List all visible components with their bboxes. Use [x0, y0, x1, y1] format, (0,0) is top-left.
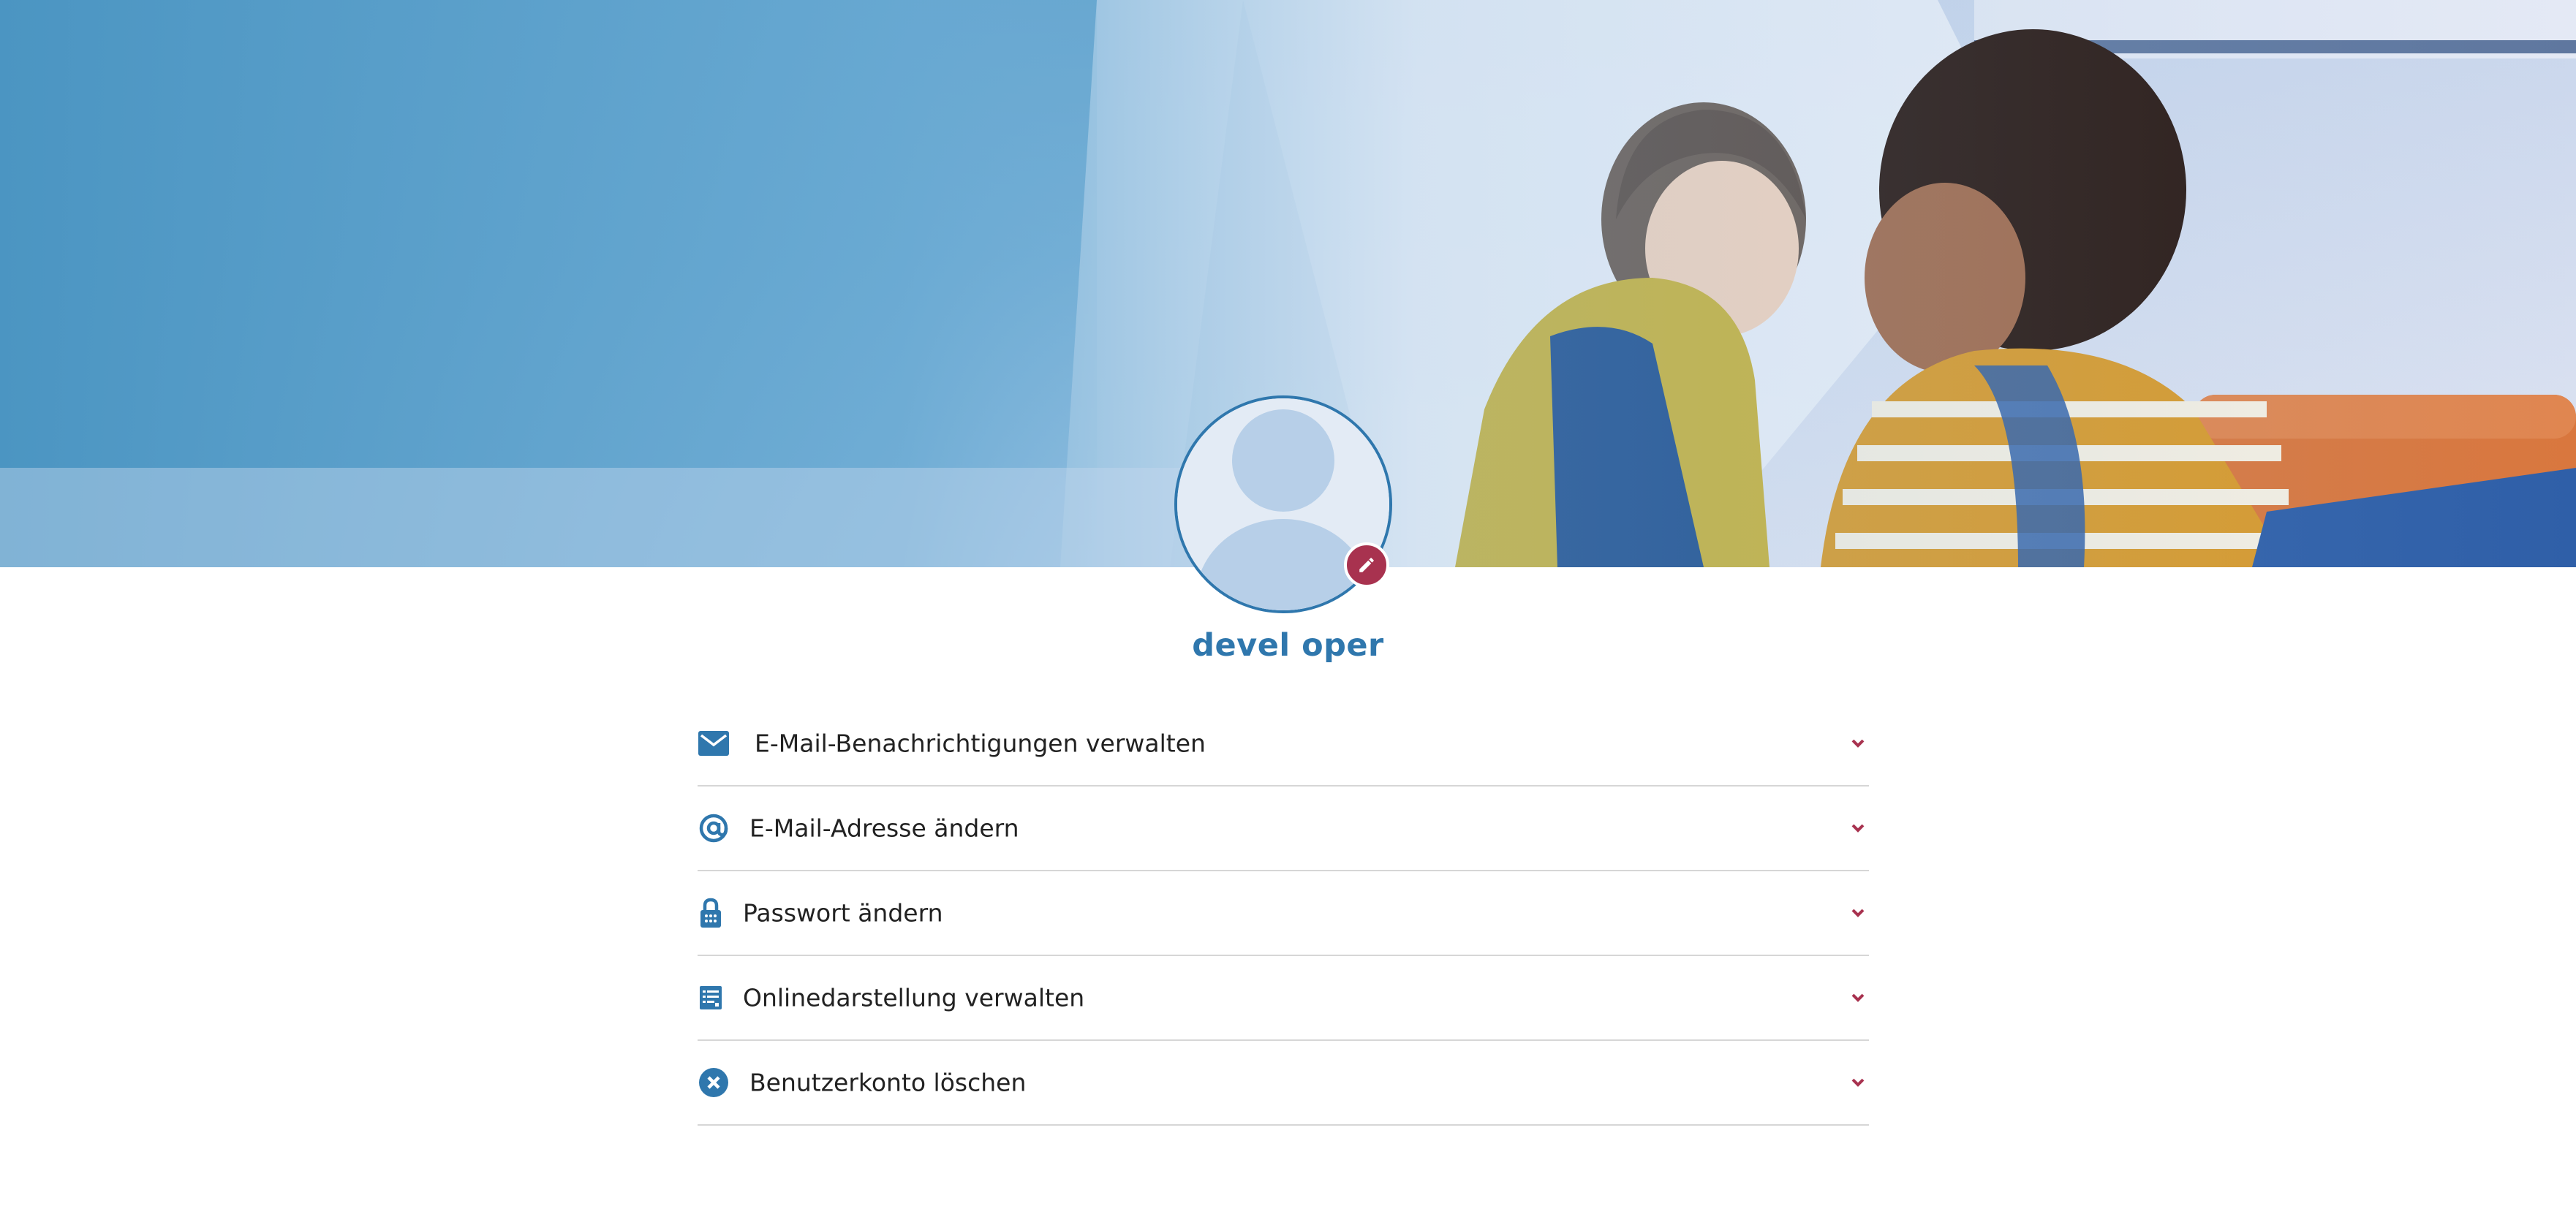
chevron-down-icon[interactable]: [1847, 902, 1869, 924]
edit-avatar-button[interactable]: [1344, 542, 1389, 588]
accordion-item-change-email[interactable]: E-Mail-Adresse ändern: [698, 787, 1869, 871]
accordion-item-label: Onlinedarstellung verwalten: [743, 983, 1085, 1012]
user-name: devel oper: [1192, 627, 1384, 664]
accordion-item-label: E-Mail-Adresse ändern: [749, 814, 1019, 843]
accordion-item-label: Passwort ändern: [743, 898, 943, 928]
profile-page: devel oper E-Mail-Benachrichtigungen ver…: [0, 0, 2576, 1209]
accordion-item-delete-account[interactable]: Benutzerkonto löschen: [698, 1041, 1869, 1126]
account-settings-accordion: E-Mail-Benachrichtigungen verwalten E-Ma…: [698, 702, 1869, 1126]
lock-icon: [698, 896, 724, 930]
close-circle-icon: [698, 1066, 730, 1099]
at-sign-icon: [698, 812, 730, 844]
list-document-icon: [698, 983, 724, 1012]
chevron-down-icon[interactable]: [1847, 817, 1869, 839]
accordion-item-label: E-Mail-Benachrichtigungen verwalten: [755, 729, 1206, 758]
chevron-down-icon[interactable]: [1847, 732, 1869, 754]
chevron-down-icon[interactable]: [1847, 987, 1869, 1009]
accordion-item-label: Benutzerkonto löschen: [749, 1068, 1027, 1097]
accordion-item-change-password[interactable]: Passwort ändern: [698, 871, 1869, 956]
pencil-icon: [1359, 558, 1374, 572]
accordion-item-email-notifications[interactable]: E-Mail-Benachrichtigungen verwalten: [698, 702, 1869, 787]
envelope-icon: [698, 727, 730, 759]
accordion-item-online-presence[interactable]: Onlinedarstellung verwalten: [698, 956, 1869, 1041]
chevron-down-icon[interactable]: [1847, 1072, 1869, 1094]
